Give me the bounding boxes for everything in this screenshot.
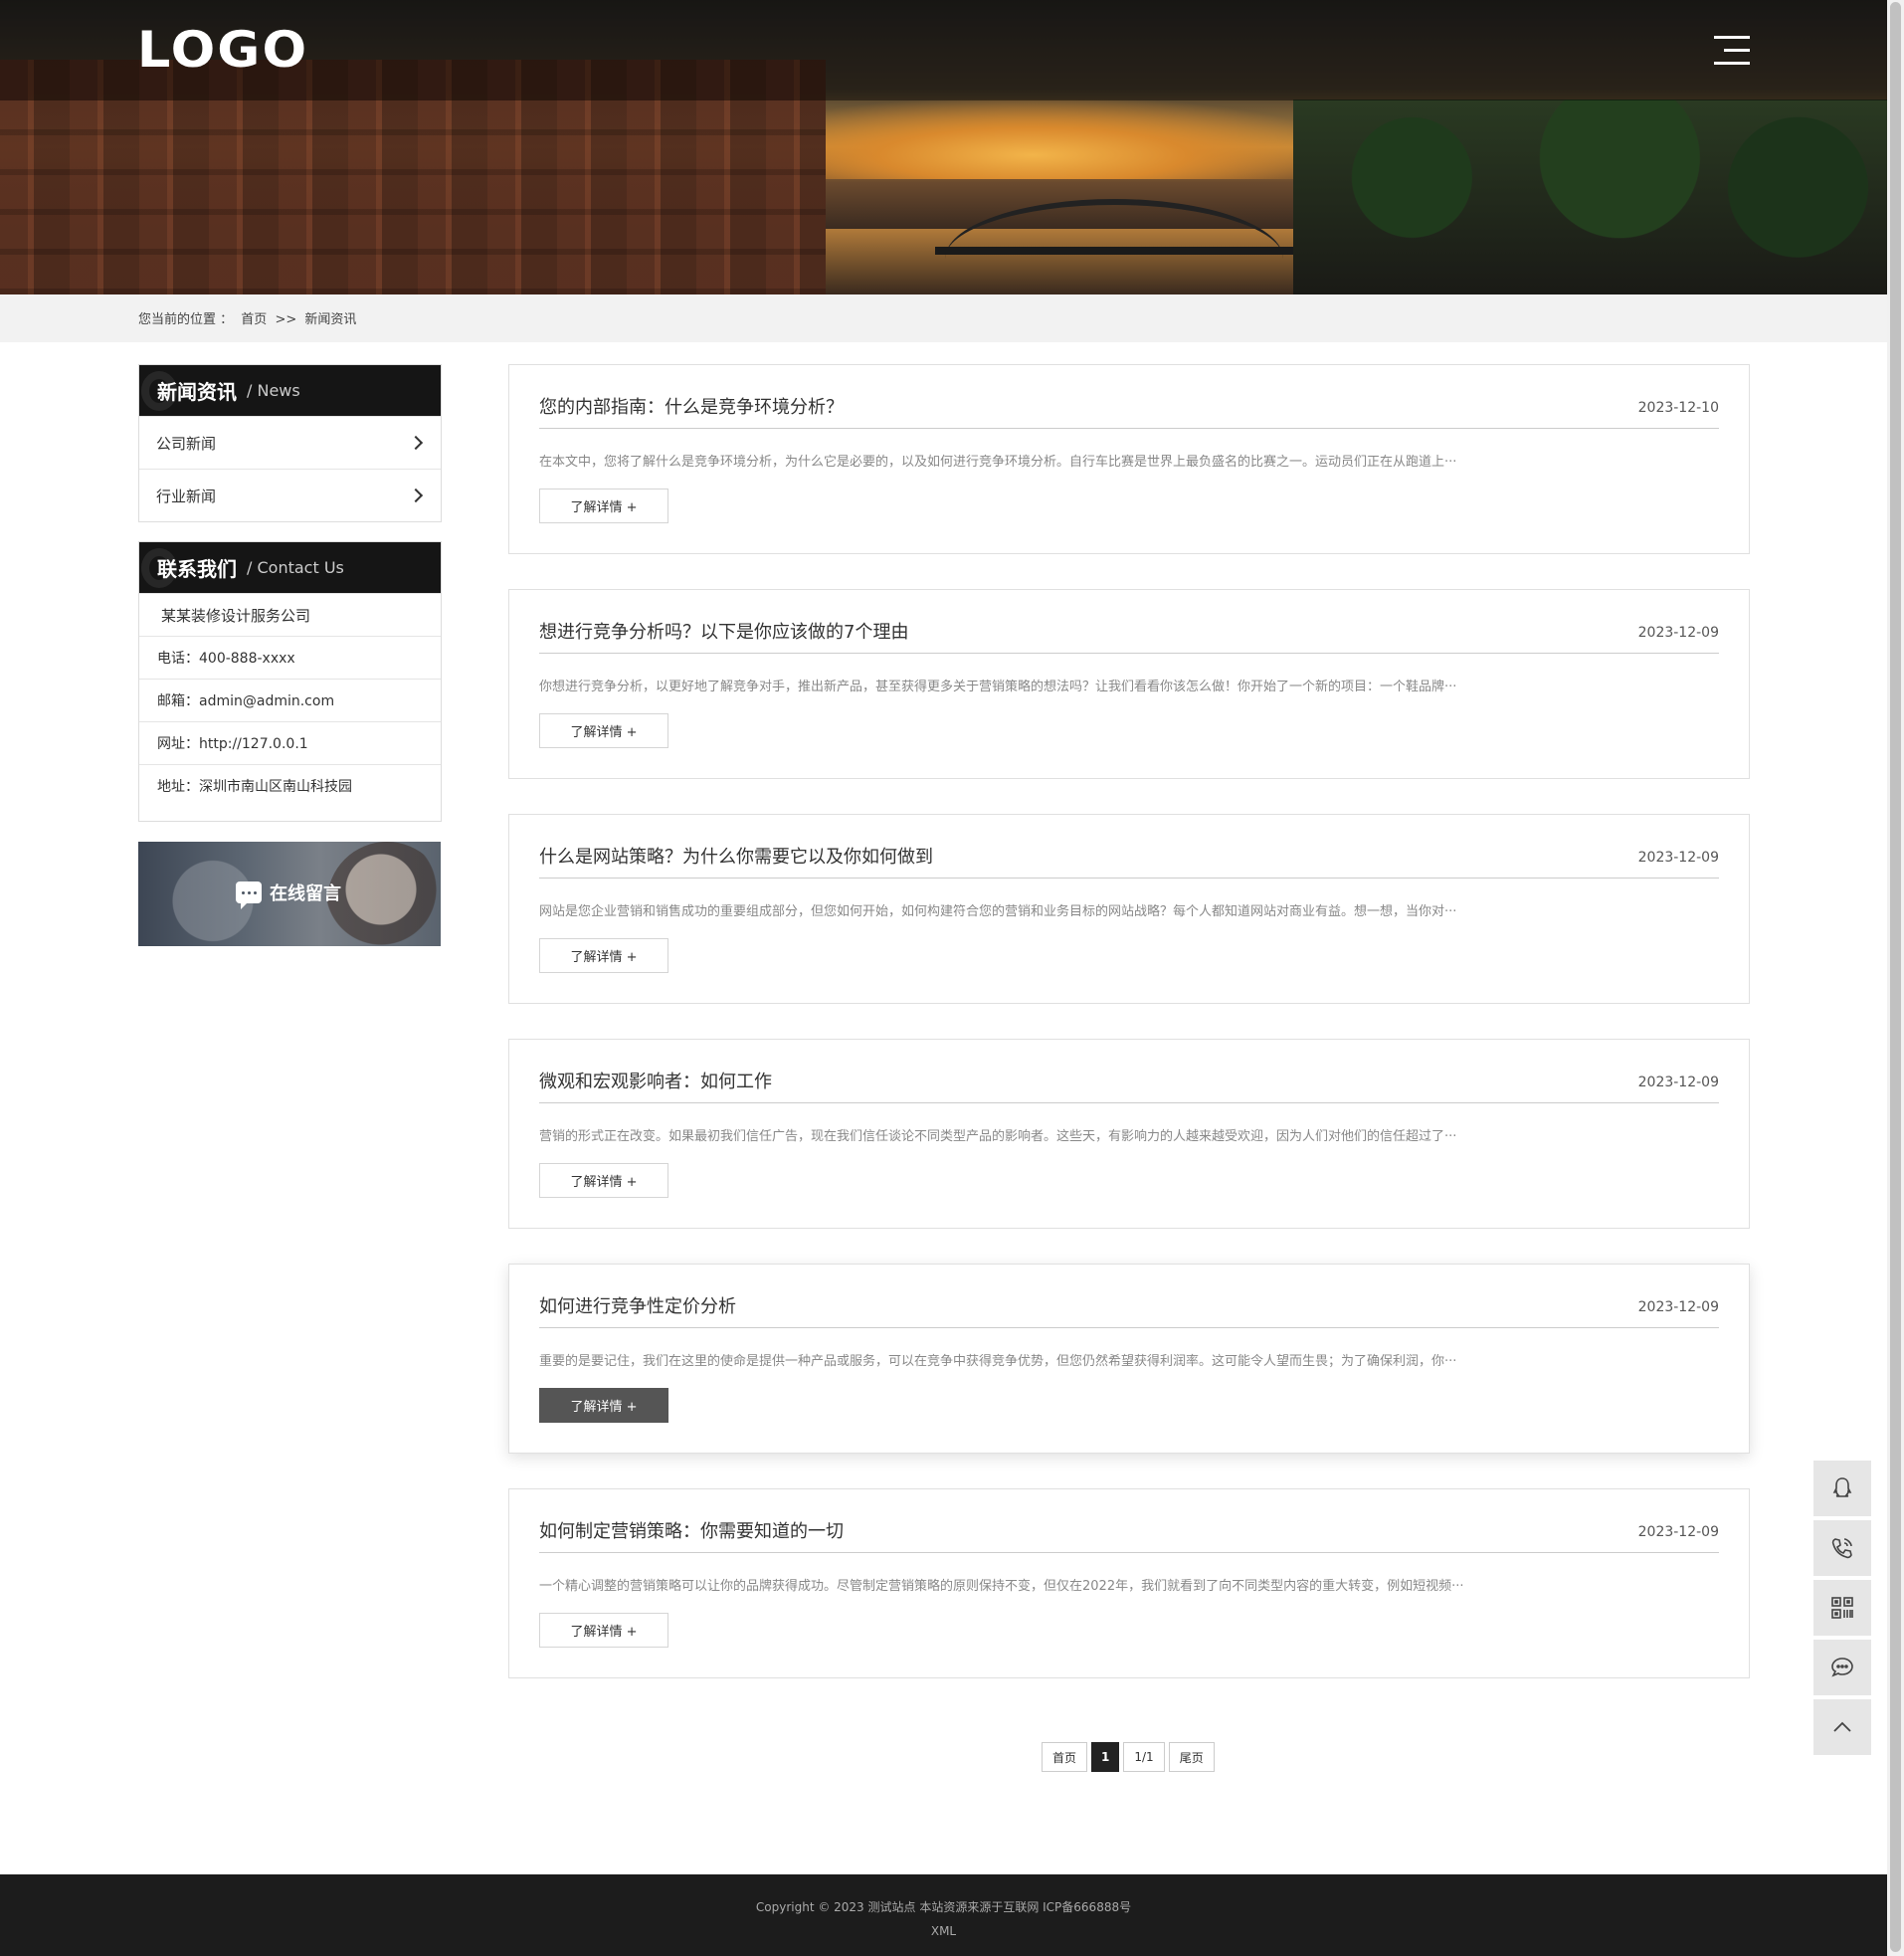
banner-photo-agent xyxy=(327,842,441,946)
chat-bubble-icon xyxy=(236,881,262,909)
news-item: 什么是网站策略？为什么你需要它以及你如何做到 2023-12-09 网站是您企业… xyxy=(508,814,1750,1004)
header-decor-icon xyxy=(141,371,177,411)
footer-xml-link[interactable]: XML xyxy=(0,1924,1887,1938)
news-title[interactable]: 想进行竞争分析吗？以下是你应该做的7个理由 xyxy=(539,618,908,644)
sidebar-item-industry-news[interactable]: 行业新闻 xyxy=(139,469,441,521)
hamburger-menu-icon[interactable] xyxy=(1714,36,1750,66)
banner-trees xyxy=(1293,99,1887,294)
back-to-top-icon[interactable] xyxy=(1813,1699,1871,1755)
news-box-subtitle: / News xyxy=(247,381,300,400)
divider xyxy=(539,1102,1719,1103)
pagination-first[interactable]: 首页 xyxy=(1042,1742,1088,1772)
news-item: 微观和宏观影响者：如何工作 2023-12-09 营销的形式正在改变。如果最初我… xyxy=(508,1039,1750,1229)
contact-address: 地址：深圳市南山区南山科技园 xyxy=(139,764,441,807)
contact-website: 网址：http://127.0.0.1 xyxy=(139,721,441,764)
sidebar-item-company-news[interactable]: 公司新闻 xyxy=(139,416,441,469)
chevron-right-icon xyxy=(408,488,424,503)
read-more-button[interactable]: 了解详情 + xyxy=(539,1613,668,1648)
news-title[interactable]: 如何制定营销策略：你需要知道的一切 xyxy=(539,1517,844,1543)
banner-building-windows xyxy=(0,119,826,294)
pagination: 首页 1 1/1 尾页 xyxy=(1042,1742,1219,1772)
divider xyxy=(539,428,1719,429)
contact-box-header: 联系我们 / Contact Us xyxy=(139,542,441,593)
pagination-total: 1/1 xyxy=(1123,1742,1165,1772)
site-header: LOGO xyxy=(0,0,1887,100)
divider xyxy=(539,878,1719,879)
read-more-button[interactable]: 了解详情 + xyxy=(539,938,668,973)
phone-icon[interactable] xyxy=(1813,1520,1871,1576)
read-more-button[interactable]: 了解详情 + xyxy=(539,489,668,523)
news-excerpt: 你想进行竞争分析，以更好地了解竞争对手，推出新产品，甚至获得更多关于营销策略的想… xyxy=(539,680,1457,694)
divider xyxy=(539,1552,1719,1553)
banner-bridge-deck xyxy=(935,247,1293,255)
read-more-button[interactable]: 了解详情 + xyxy=(539,1388,668,1423)
contact-phone: 电话：400-888-xxxx xyxy=(139,636,441,679)
news-item: 想进行竞争分析吗？以下是你应该做的7个理由 2023-12-09 你想进行竞争分… xyxy=(508,589,1750,779)
news-excerpt: 重要的是要记住，我们在这里的使命是提供一种产品或服务，可以在竞争中获得竞争优势，… xyxy=(539,1354,1457,1369)
contact-email: 邮箱：admin@admin.com xyxy=(139,679,441,721)
header-decor-icon xyxy=(141,548,177,588)
read-more-button[interactable]: 了解详情 + xyxy=(539,1163,668,1198)
divider xyxy=(539,653,1719,654)
floating-toolbar xyxy=(1813,1461,1871,1759)
contact-box: 联系我们 / Contact Us 某某装修设计服务公司 电话：400-888-… xyxy=(138,541,442,822)
message-icon[interactable] xyxy=(1813,1640,1871,1695)
news-date: 2023-12-09 xyxy=(1637,1299,1719,1315)
pagination-last[interactable]: 尾页 xyxy=(1168,1742,1215,1772)
scrollbar-thumb[interactable] xyxy=(1890,2,1901,1952)
breadcrumb: 您当前的位置 ： 首页 >> 新闻资讯 xyxy=(138,308,360,327)
news-date: 2023-12-09 xyxy=(1637,625,1719,641)
news-excerpt: 一个精心调整的营销策略可以让你的品牌获得成功。尽管制定营销策略的原则保持不变，但… xyxy=(539,1579,1464,1594)
news-date: 2023-12-09 xyxy=(1637,1075,1719,1090)
breadcrumb-prefix: 您当前的位置 ： xyxy=(138,312,234,327)
news-date: 2023-12-09 xyxy=(1637,1524,1719,1540)
site-footer: Copyright © 2023 测试站点 本站资源来源于互联网 ICP备666… xyxy=(0,1874,1887,1956)
pagination-current-page[interactable]: 1 xyxy=(1091,1742,1120,1772)
news-item: 您的内部指南：什么是竞争环境分析？ 2023-12-10 在本文中，您将了解什么… xyxy=(508,364,1750,554)
breadcrumb-separator: >> xyxy=(275,312,297,327)
news-item: 如何制定营销策略：你需要知道的一切 2023-12-09 一个精心调整的营销策略… xyxy=(508,1488,1750,1678)
online-message-text: 在线留言 xyxy=(270,883,341,904)
news-excerpt: 在本文中，您将了解什么是竞争环境分析，为什么它是必要的，以及如何进行竞争环境分析… xyxy=(539,455,1457,470)
divider xyxy=(539,1327,1719,1328)
news-date: 2023-12-10 xyxy=(1637,400,1719,416)
read-more-button[interactable]: 了解详情 + xyxy=(539,713,668,748)
news-excerpt: 营销的形式正在改变。如果最初我们信任广告，现在我们信任谈论不同类型产品的影响者。… xyxy=(539,1129,1457,1144)
news-title[interactable]: 微观和宏观影响者：如何工作 xyxy=(539,1068,772,1093)
news-date: 2023-12-09 xyxy=(1637,850,1719,866)
breadcrumb-home-link[interactable]: 首页 xyxy=(241,312,267,327)
news-excerpt: 网站是您企业营销和销售成功的重要组成部分，但您如何开始，如何构建符合您的营销和业… xyxy=(539,904,1457,919)
site-logo[interactable]: LOGO xyxy=(137,24,308,76)
online-message-label[interactable]: 在线留言 xyxy=(236,880,341,909)
breadcrumb-bar: 您当前的位置 ： 首页 >> 新闻资讯 xyxy=(0,294,1887,342)
sidebar-item-label: 公司新闻 xyxy=(156,434,217,453)
qrcode-icon[interactable] xyxy=(1813,1580,1871,1636)
page-scrollbar[interactable] xyxy=(1887,0,1904,1956)
news-title[interactable]: 什么是网站策略？为什么你需要它以及你如何做到 xyxy=(539,843,933,869)
sidebar-item-label: 行业新闻 xyxy=(156,487,217,505)
contact-company: 某某装修设计服务公司 xyxy=(139,593,441,636)
footer-copyright: Copyright © 2023 测试站点 本站资源来源于互联网 ICP备666… xyxy=(755,1900,1132,1914)
news-item: 如何进行竞争性定价分析 2023-12-09 重要的是要记住，我们在这里的使命是… xyxy=(508,1264,1750,1454)
online-message-banner[interactable]: 在线留言 xyxy=(138,842,441,946)
news-title[interactable]: 您的内部指南：什么是竞争环境分析？ xyxy=(539,393,844,419)
banner-sunset xyxy=(826,99,1343,179)
news-box-header: 新闻资讯 / News xyxy=(139,365,441,416)
chevron-right-icon xyxy=(408,435,424,451)
news-category-box: 新闻资讯 / News 公司新闻 行业新闻 xyxy=(138,364,442,522)
qq-icon[interactable] xyxy=(1813,1461,1871,1516)
news-title[interactable]: 如何进行竞争性定价分析 xyxy=(539,1292,736,1318)
breadcrumb-current[interactable]: 新闻资讯 xyxy=(304,312,356,327)
contact-box-subtitle: / Contact Us xyxy=(247,558,344,577)
